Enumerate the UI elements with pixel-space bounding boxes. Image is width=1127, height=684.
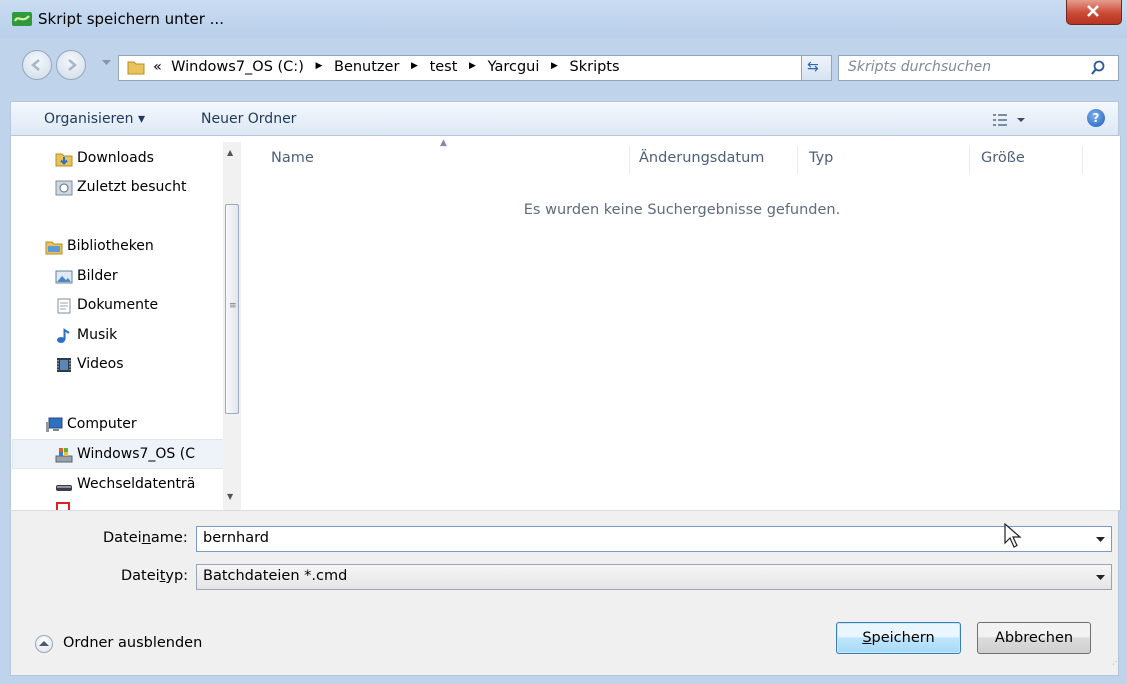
pictures-icon [55, 270, 73, 284]
nav-item-label: Bilder [77, 268, 118, 284]
title-bar[interactable]: Skript speichern unter ... [0, 0, 1127, 38]
view-details-icon [993, 114, 1025, 126]
search-icon[interactable] [1090, 60, 1106, 76]
mouse-cursor-icon [1004, 523, 1022, 548]
search-placeholder: Skripts durchsuchen [848, 59, 992, 75]
column-header-name[interactable]: Name [271, 150, 314, 166]
refresh-button[interactable]: ⇆ [801, 55, 832, 81]
nav-item-label: Downloads [77, 150, 154, 166]
empty-message: Es wurden keine Suchergebnisse gefunden. [523, 202, 841, 218]
app-icon [12, 10, 32, 28]
cancel-button[interactable]: Abbrechen [977, 622, 1091, 654]
nav-item-label: Musik [77, 327, 118, 343]
column-divider[interactable] [629, 146, 630, 174]
recent-places-icon [55, 180, 73, 196]
command-bar: Organisieren ▾ Neuer Ordner ? [10, 101, 1119, 136]
computer-icon [46, 417, 63, 432]
scroll-down-icon[interactable]: ▼ [227, 492, 233, 501]
main-area: Downloads Zuletzt besucht Bibliotheken B… [10, 136, 1121, 510]
nav-item-label: Zuletzt besucht [77, 179, 187, 195]
scroll-grip-icon: ≡ [229, 301, 237, 311]
removable-drive-icon [56, 485, 72, 491]
filetype-select[interactable]: Batchdateien *.cmd [196, 564, 1112, 590]
documents-icon [57, 298, 71, 314]
libraries-icon [45, 241, 63, 255]
drive-icon-partial [56, 502, 70, 510]
breadcrumb-item-skripts[interactable]: Skripts [570, 59, 620, 75]
music-icon [57, 328, 70, 343]
forward-button[interactable] [56, 50, 86, 80]
column-divider[interactable] [1082, 146, 1083, 174]
dialog-footer: Ordner ausblenden Speichern Abbrechen ⋰ [10, 596, 1120, 676]
column-divider[interactable] [797, 146, 798, 174]
save-button[interactable]: Speichern [836, 622, 961, 654]
nav-item-label: Videos [77, 356, 124, 372]
column-header-size[interactable]: Größe [981, 150, 1025, 166]
back-button[interactable] [22, 50, 52, 80]
filename-dropdown-icon[interactable] [1096, 537, 1105, 543]
sort-ascending-icon: ▲ [440, 138, 447, 148]
save-dialog: Skript speichern unter ... « Windows7_OS… [0, 0, 1127, 684]
help-icon[interactable]: ? [1087, 109, 1105, 127]
breadcrumb-separator-icon[interactable]: ▶ [544, 61, 565, 71]
close-button[interactable] [1066, 0, 1122, 25]
nav-item-label: Windows7_OS (C [77, 446, 195, 462]
scroll-up-icon[interactable]: ▲ [227, 148, 233, 157]
save-fields: Dateiname: bernhard Dateityp: Batchdatei… [10, 510, 1119, 596]
drive-icon [55, 448, 73, 463]
filename-label: Dateiname: [103, 530, 188, 546]
breadcrumb-separator-icon[interactable]: ▶ [404, 61, 425, 71]
filetype-value: Batchdateien *.cmd [203, 568, 348, 584]
file-list[interactable]: ▲ Name Änderungsdatum Typ Größe Es wurde… [244, 136, 1120, 510]
organize-button[interactable]: Organisieren ▾ [44, 111, 145, 127]
window-title: Skript speichern unter ... [38, 10, 224, 28]
address-bar[interactable]: « Windows7_OS (C:) ▶ Benutzer ▶ test ▶ Y… [118, 55, 903, 81]
filetype-dropdown-icon[interactable] [1096, 575, 1105, 581]
arrow-right-icon [68, 59, 77, 71]
filename-value: bernhard [203, 530, 270, 546]
hide-folders-label: Ordner ausblenden [63, 635, 203, 651]
breadcrumb-item-drive[interactable]: Windows7_OS (C:) [171, 59, 304, 75]
close-icon [1087, 5, 1099, 17]
arrow-left-icon [31, 59, 40, 71]
refresh-icon: ⇆ [807, 59, 819, 75]
nav-scrollbar[interactable]: ▲ ≡ ▼ [223, 142, 241, 510]
nav-item-label: Bibliotheken [67, 238, 154, 254]
nav-item-label: Wechseldatenträ [77, 476, 196, 492]
new-folder-button[interactable]: Neuer Ordner [201, 111, 296, 127]
videos-icon [57, 358, 71, 372]
breadcrumb-separator-icon[interactable]: ▶ [462, 61, 483, 71]
nav-item-label: Dokumente [77, 297, 159, 313]
column-header-date[interactable]: Änderungsdatum [639, 150, 764, 166]
scrollbar-thumb[interactable]: ≡ [225, 204, 239, 414]
breadcrumb-item-yarcgui[interactable]: Yarcgui [488, 59, 540, 75]
downloads-folder-icon [55, 153, 73, 167]
breadcrumb-item-benutzer[interactable]: Benutzer [334, 59, 399, 75]
column-divider[interactable] [969, 146, 970, 174]
search-input[interactable]: Skripts durchsuchen [838, 55, 1119, 81]
nav-item-label: Computer [67, 416, 137, 432]
column-header-type[interactable]: Typ [809, 150, 833, 166]
history-dropdown-icon[interactable] [102, 60, 111, 66]
navigation-pane[interactable]: Downloads Zuletzt besucht Bibliotheken B… [11, 136, 242, 510]
filename-input[interactable]: bernhard [196, 523, 1112, 552]
folder-icon [127, 61, 145, 75]
resize-grip-icon[interactable]: ⋰ [1112, 657, 1120, 666]
breadcrumb: « Windows7_OS (C:) ▶ Benutzer ▶ test ▶ Y… [153, 59, 620, 75]
view-options-button[interactable] [991, 111, 1031, 129]
breadcrumb-separator-icon[interactable]: ▶ [308, 61, 329, 71]
chevron-up-icon [35, 635, 53, 653]
breadcrumb-overflow[interactable]: « [153, 59, 162, 75]
address-row: « Windows7_OS (C:) ▶ Benutzer ▶ test ▶ Y… [0, 38, 1127, 106]
filetype-label: Dateityp: [121, 568, 189, 584]
breadcrumb-item-test[interactable]: test [430, 59, 458, 75]
